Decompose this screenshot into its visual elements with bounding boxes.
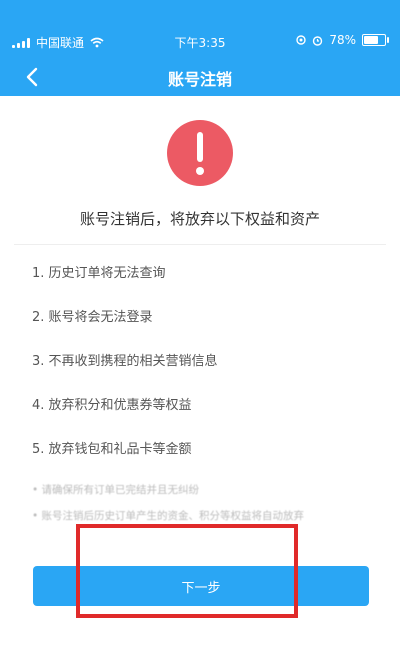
list-item: 4. 放弃积分和优惠券等权益: [32, 398, 192, 413]
battery-fill: [364, 36, 378, 44]
list-item: 3. 不再收到携程的相关营销信息: [32, 354, 218, 369]
exclamation-dot: [196, 167, 204, 175]
consequence-list: 1. 历史订单将无法查询 2. 账号将会无法登录 3. 不再收到携程的相关营销信…: [32, 262, 372, 482]
warning-headline: 账号注销后，将放弃以下权益和资产: [79, 210, 320, 228]
location-icon: [296, 35, 307, 45]
alarm-icon: [313, 35, 323, 46]
content-area: 账号注销后，将放弃以下权益和资产 1. 历史订单将无法查询 2. 账号将会无法登…: [0, 96, 400, 654]
notes-list: • 请确保所有订单已完结并且无纠纷 • 账号注销后历史订单产生的资金、积分等权益…: [32, 482, 372, 534]
screen: 中国联通 下午3:35 78% 账号注销 账号注销后，将放弃以下权益和资产 1.…: [0, 0, 400, 654]
status-right: 78%: [296, 33, 389, 47]
top-bar: 中国联通 下午3:35 78% 账号注销: [0, 0, 400, 96]
note-item: • 请确保所有订单已完结并且无纠纷: [32, 484, 200, 496]
battery-icon: [362, 34, 389, 46]
exclamation-bar: [197, 132, 203, 162]
page-title: 账号注销: [167, 70, 232, 89]
list-item: 1. 历史订单将无法查询: [32, 266, 166, 281]
nav-bar: 账号注销: [0, 56, 400, 96]
status-bar: 中国联通 下午3:35 78%: [0, 30, 400, 54]
exclamation-icon: [167, 120, 233, 186]
next-step-button[interactable]: 下一步: [33, 566, 369, 606]
divider: [14, 244, 386, 245]
list-item: 5. 放弃钱包和礼品卡等金额: [32, 442, 192, 457]
list-item: 2. 账号将会无法登录: [32, 310, 153, 325]
note-item: • 账号注销后历史订单产生的资金、积分等权益将自动放弃: [32, 510, 305, 522]
battery-percent: 78%: [329, 33, 356, 47]
